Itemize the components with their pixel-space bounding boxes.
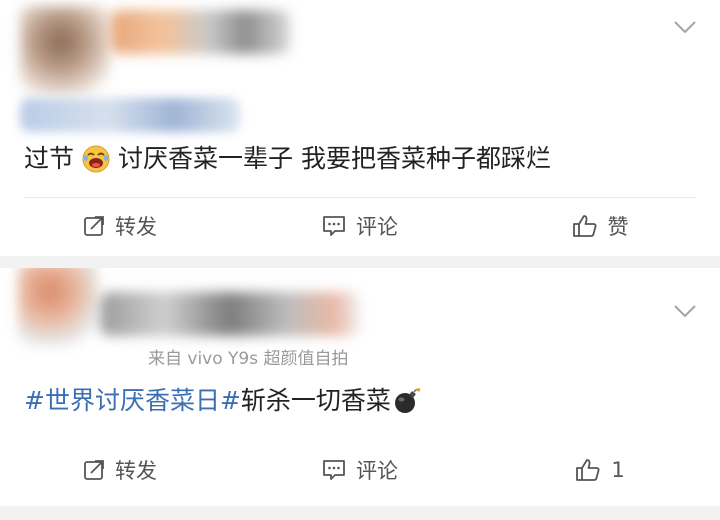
comment-button[interactable]: 评论 bbox=[240, 450, 480, 490]
censored-username bbox=[100, 292, 360, 336]
comment-icon bbox=[323, 460, 345, 480]
post-card: 过节 讨厌香菜一辈子 我要把香菜种子都踩烂 转发 评论 赞 bbox=[0, 0, 720, 256]
laughing-emoji-icon bbox=[82, 145, 110, 173]
comment-button[interactable]: 评论 bbox=[240, 206, 480, 246]
repost-label: 转发 bbox=[115, 459, 157, 483]
collapse-button[interactable] bbox=[672, 18, 698, 36]
post-text: #世界讨厌香菜日# 斩杀一切香菜 bbox=[24, 384, 429, 418]
post-text: 过节 讨厌香菜一辈子 我要把香菜种子都踩烂 bbox=[24, 142, 551, 176]
repost-button[interactable]: 转发 bbox=[0, 450, 240, 490]
feed: 过节 讨厌香菜一辈子 我要把香菜种子都踩烂 转发 评论 赞 来自 vivo Y9… bbox=[0, 0, 720, 520]
post-text-pre: 过节 bbox=[24, 144, 75, 173]
like-button[interactable]: 赞 bbox=[480, 206, 720, 246]
repost-icon bbox=[84, 216, 104, 236]
repost-label: 转发 bbox=[115, 215, 157, 239]
comment-label: 评论 bbox=[356, 459, 398, 483]
comment-icon bbox=[323, 216, 345, 236]
divider bbox=[24, 197, 696, 198]
censored-username bbox=[110, 10, 290, 54]
like-count: 1 bbox=[611, 458, 625, 482]
repost-icon bbox=[84, 460, 104, 480]
like-button[interactable]: 1 bbox=[480, 450, 720, 490]
censored-avatar bbox=[18, 268, 98, 346]
action-bar: 转发 评论 1 bbox=[0, 450, 720, 490]
censored-meta bbox=[20, 98, 240, 132]
chevron-down-icon bbox=[674, 305, 696, 317]
post-meta: 来自 vivo Y9s 超颜值自拍 bbox=[148, 344, 349, 369]
bomb-emoji-icon bbox=[394, 388, 421, 413]
hashtag-link[interactable]: #世界讨厌香菜日# bbox=[24, 384, 241, 418]
post-source: 来自 vivo Y9s 超颜值自拍 bbox=[148, 349, 349, 369]
action-bar: 转发 评论 赞 bbox=[0, 206, 720, 246]
post-text-body: 斩杀一切香菜 bbox=[240, 386, 391, 415]
like-label: 赞 bbox=[607, 215, 629, 239]
comment-label: 评论 bbox=[356, 215, 398, 239]
like-icon bbox=[572, 215, 596, 237]
like-icon bbox=[576, 459, 600, 481]
censored-avatar bbox=[20, 6, 110, 96]
post-card: 来自 vivo Y9s 超颜值自拍 #世界讨厌香菜日# 斩杀一切香菜 转发 评论… bbox=[0, 268, 720, 506]
chevron-down-icon bbox=[674, 21, 696, 33]
collapse-button[interactable] bbox=[672, 302, 698, 320]
post-text-body: 讨厌香菜一辈子 我要把香菜种子都踩烂 bbox=[118, 144, 551, 173]
repost-button[interactable]: 转发 bbox=[0, 206, 240, 246]
